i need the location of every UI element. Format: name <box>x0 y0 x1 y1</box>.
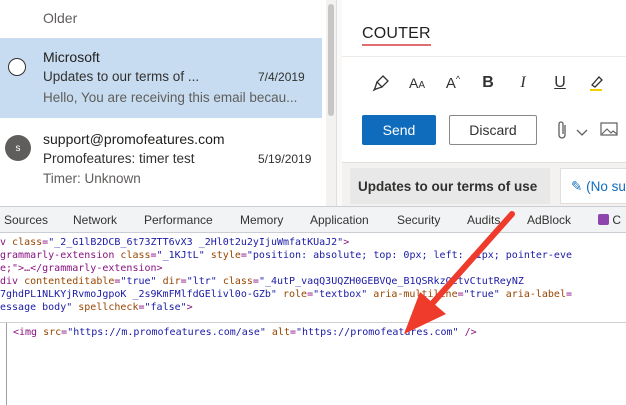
devtools-tab-bar: Sources Network Performance Memory Appli… <box>0 207 626 233</box>
dom-node-line[interactable]: v class="_2_G1lB2DCB_6t73ZTT6vX3 _2Hl0t2… <box>0 236 349 249</box>
code-val: "position: absolute; top: 0px; left: -1p… <box>246 250 572 261</box>
subject-field[interactable]: COUTER <box>362 25 431 46</box>
list-scrollbar[interactable] <box>326 0 336 206</box>
message-subject: Updates to our terms of ... <box>43 69 200 84</box>
code-attr: style <box>204 250 241 261</box>
dom-node-line[interactable]: e;">…</grammarly-extension> <box>0 262 163 275</box>
image-icon[interactable] <box>600 121 618 142</box>
message-preview: Hello, You are receiving this email beca… <box>43 90 298 105</box>
font-size-icon[interactable]: AA <box>406 72 428 94</box>
code-attr: class <box>120 250 151 261</box>
discard-button[interactable]: Discard <box>449 115 537 145</box>
tab-adblock[interactable]: AdBlock <box>527 213 571 227</box>
tab-audits[interactable]: Audits <box>467 213 500 227</box>
tab-reply-label: (No su <box>586 179 626 194</box>
underline-icon[interactable]: U <box>549 72 571 94</box>
attach-icon[interactable] <box>554 119 570 146</box>
tab-security[interactable]: Security <box>397 213 440 227</box>
dom-node-line[interactable]: grammarly-extension class="_1KJtL" style… <box>0 249 572 262</box>
tab-performance[interactable]: Performance <box>144 213 213 227</box>
devtools-panel: Sources Network Performance Memory Appli… <box>0 206 626 405</box>
edit-as-html-box[interactable]: <img src="https://m.promofeatures.com/as… <box>0 322 626 405</box>
tab-sources[interactable]: Sources <box>4 213 48 227</box>
compose-pane: COUTER AA A ^ B I U Send Discard Updates … <box>342 0 626 206</box>
select-radio[interactable] <box>8 58 26 76</box>
code-tag: grammarly-extension <box>0 250 121 261</box>
dom-node-line[interactable]: essage body" spellcheck="false"> <box>0 301 193 314</box>
tab-application[interactable]: Application <box>310 213 369 227</box>
scrollbar-thumb[interactable] <box>328 4 334 116</box>
dom-node-line[interactable]: 7ghdPL1NLKYjRvmoJgpoK _2s9KmFMlfdGElivl0… <box>0 288 572 301</box>
code-tag: v <box>0 237 13 248</box>
message-subject: Promofeatures: timer test <box>43 151 195 166</box>
tab-reply[interactable]: ✎ (No su <box>560 168 626 204</box>
code-val: "_1KJtL" <box>156 250 205 261</box>
avatar: s <box>5 135 31 161</box>
message-sender: support@promofeatures.com <box>43 131 225 147</box>
message-list: Older Microsoft Updates to our terms of … <box>0 0 336 206</box>
tab-memory[interactable]: Memory <box>240 213 283 227</box>
tab-extension[interactable]: C <box>598 213 621 227</box>
paintbrush-icon[interactable] <box>370 72 392 94</box>
code-tag: div <box>0 276 25 287</box>
divider <box>342 56 626 57</box>
highlighter-icon[interactable] <box>585 72 607 94</box>
message-item-microsoft[interactable]: Microsoft Updates to our terms of ... 7/… <box>0 38 322 118</box>
tab-draft[interactable]: Updates to our terms of use <box>350 168 550 204</box>
extension-icon <box>598 214 609 225</box>
tab-network[interactable]: Network <box>73 213 117 227</box>
code-val: "_2_G1lB2DCB_6t73ZTT6vX3 _2Hl0t2u2yIjuWm… <box>48 237 344 248</box>
message-date: 7/4/2019 <box>258 70 305 84</box>
elements-tree: v class="_2_G1lB2DCB_6t73ZTT6vX3 _2Hl0t2… <box>0 234 626 324</box>
dom-node-line[interactable]: div contenteditable="true" dir="ltr" cla… <box>0 275 524 288</box>
tab-extension-label: C <box>612 213 622 227</box>
code-tag: e;">…</grammarly-extension> <box>0 263 163 274</box>
chevron-down-icon[interactable] <box>576 124 588 142</box>
message-item-support[interactable]: s support@promofeatures.com Promofeature… <box>0 118 322 198</box>
code-attr: class <box>12 237 43 248</box>
bold-icon[interactable]: B <box>477 72 499 94</box>
group-header-older: Older <box>43 10 78 26</box>
message-sender: Microsoft <box>43 49 100 65</box>
message-date: 5/19/2019 <box>258 152 312 166</box>
pencil-icon: ✎ <box>571 179 583 194</box>
message-preview: Timer: Unknown <box>43 171 141 186</box>
send-button[interactable]: Send <box>362 115 436 145</box>
edit-html-line[interactable]: <img src="https://m.promofeatures.com/as… <box>13 327 477 338</box>
italic-icon[interactable]: I <box>512 72 534 94</box>
font-grow-icon[interactable]: A ^ <box>442 72 464 94</box>
